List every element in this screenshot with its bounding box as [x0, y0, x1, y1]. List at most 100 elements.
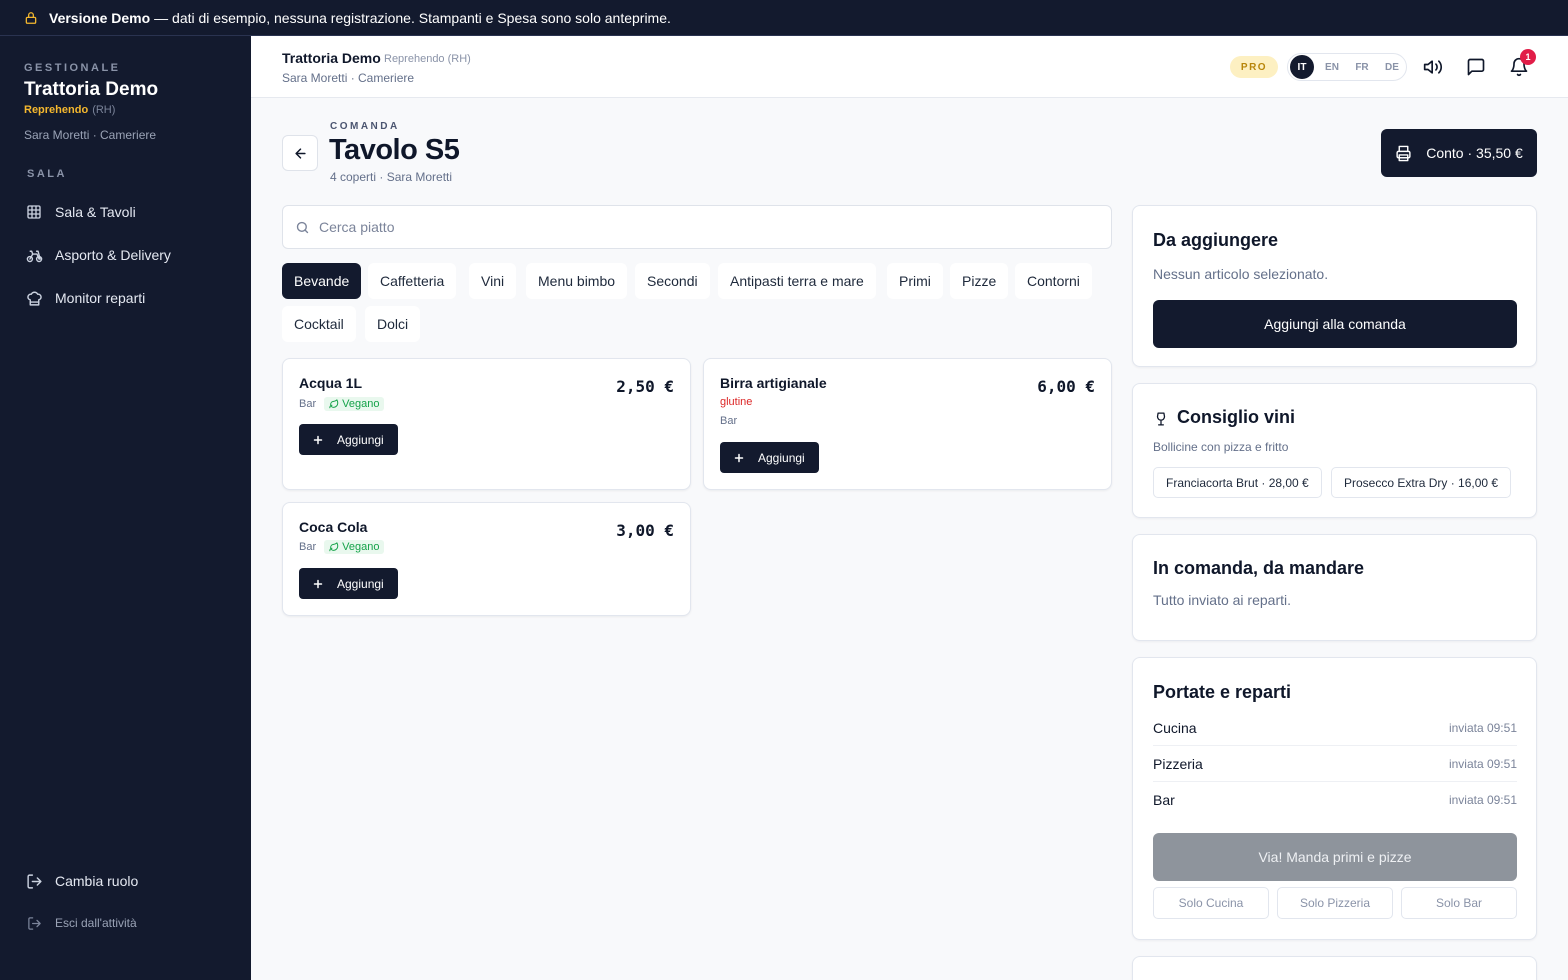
top-bar: Trattoria Demo Reprehendo (RH) Sara More…	[251, 36, 1568, 98]
sidebar-item-label: Esci dall'attività	[55, 916, 137, 930]
sidebar-eyebrow: GESTIONALE	[24, 62, 121, 74]
add-coca-cola-button[interactable]: Aggiungi	[299, 568, 398, 599]
sidebar-mode-label: Reprehendo	[24, 104, 89, 116]
product-meta: Bar Vegano	[299, 540, 385, 554]
category-secondi[interactable]: Secondi	[635, 263, 710, 299]
sidebar-user: Sara Moretti · Cameriere	[24, 128, 157, 142]
messages-button[interactable]	[1465, 56, 1487, 78]
sidebar-mode: Reprehendo (RH)	[24, 104, 115, 116]
sidebar-item-label: Cambia ruolo	[55, 873, 139, 889]
dept-row-bar: Bar inviata 09:51	[1153, 792, 1517, 808]
arrow-left-icon	[294, 147, 306, 159]
wine-title: Consiglio vini	[1177, 407, 1296, 427]
pending-title: In comanda, da mandare	[1153, 558, 1365, 578]
category-dolci[interactable]: Dolci	[365, 306, 421, 342]
solo-cucina-button[interactable]: Solo Cucina	[1153, 887, 1269, 919]
category-antipasti[interactable]: Antipasti terra e mare	[718, 263, 876, 299]
dept-row-pizzeria: Pizzeria inviata 09:51	[1153, 746, 1517, 782]
product-card-coca-cola: Coca Cola 3,00 € Bar Vegano Aggiungi	[282, 502, 691, 616]
search-box	[282, 205, 1112, 249]
product-dept: Bar	[299, 398, 317, 410]
lang-de[interactable]: DE	[1380, 55, 1404, 79]
notifications-button[interactable]: 1	[1508, 49, 1536, 78]
sidebar-item-cambia-ruolo[interactable]: Cambia ruolo	[24, 868, 138, 894]
wine-suggestion-franciacorta[interactable]: Franciacorta Brut · 28,00 €	[1153, 467, 1322, 498]
category-contorni[interactable]: Contorni	[1015, 263, 1092, 299]
sound-button[interactable]	[1422, 56, 1444, 78]
courses-panel: Portate e reparti Cucina inviata 09:51 P…	[1132, 657, 1537, 940]
vegan-badge: Vegano	[324, 540, 385, 554]
product-price: 3,00 €	[616, 521, 674, 540]
wine-subtitle: Bollicine con pizza e fritto	[1153, 440, 1289, 454]
sidebar-item-esci[interactable]: Esci dall'attività	[24, 910, 137, 936]
search-icon	[295, 220, 310, 235]
lang-fr[interactable]: FR	[1350, 55, 1374, 79]
product-card-birra: Birra artigianale 6,00 € glutine Bar Agg…	[703, 358, 1112, 490]
restaurant-mode: Reprehendo (RH)	[384, 53, 471, 65]
category-bevande[interactable]: Bevande	[282, 263, 362, 299]
leaf-icon	[329, 399, 339, 409]
sidebar-item-asporto-delivery[interactable]: Asporto & Delivery	[24, 242, 171, 268]
page-title: Tavolo S5	[329, 134, 460, 166]
sidebar-item-sala-tavoli[interactable]: Sala & Tavoli	[24, 199, 136, 225]
to-add-empty-text: Nessun articolo selezionato.	[1153, 266, 1329, 282]
leaf-icon	[329, 542, 339, 552]
lang-it[interactable]: IT	[1290, 55, 1314, 79]
lock-icon	[24, 11, 38, 25]
chef-hat-icon	[24, 288, 44, 308]
courses-title: Portate e reparti	[1153, 682, 1292, 702]
product-dept: Bar	[299, 541, 317, 553]
product-meta: Bar Vegano	[299, 397, 385, 411]
category-vini[interactable]: Vini	[469, 263, 517, 299]
add-birra-button[interactable]: Aggiungi	[720, 442, 819, 473]
category-menu-bimbo[interactable]: Menu bimbo	[526, 263, 628, 299]
printer-icon	[1395, 145, 1412, 162]
to-add-panel: Da aggiungere Nessun articolo selezionat…	[1132, 205, 1537, 367]
sidebar-mode-code: (RH)	[92, 104, 116, 116]
product-card-acqua: Acqua 1L 2,50 € Bar Vegano Aggiungi	[282, 358, 691, 490]
next-panel	[1132, 956, 1537, 980]
sidebar-item-label: Monitor reparti	[55, 290, 146, 306]
sidebar-title: Trattoria Demo	[24, 79, 159, 100]
product-price: 6,00 €	[1037, 377, 1095, 396]
notification-count-badge: 1	[1520, 49, 1536, 65]
lang-en[interactable]: EN	[1320, 55, 1344, 79]
category-primi[interactable]: Primi	[887, 263, 943, 299]
bill-button-label: Conto · 35,50 €	[1426, 145, 1523, 161]
pending-panel: In comanda, da mandare Tutto inviato ai …	[1132, 534, 1537, 641]
chat-icon	[1467, 58, 1485, 76]
sidebar-item-monitor-reparti[interactable]: Monitor reparti	[24, 285, 145, 311]
solo-pizzeria-button[interactable]: Solo Pizzeria	[1277, 887, 1393, 919]
bike-icon	[24, 245, 44, 265]
back-button[interactable]	[282, 135, 318, 171]
sidebar-item-label: Asporto & Delivery	[55, 247, 171, 263]
dept-row-cucina: Cucina inviata 09:51	[1153, 710, 1517, 746]
plus-icon	[312, 434, 324, 446]
vegan-badge: Vegano	[324, 397, 385, 411]
plus-icon	[312, 578, 324, 590]
wine-glass-icon	[1154, 410, 1168, 428]
send-courses-button[interactable]: Via! Manda primi e pizze	[1153, 833, 1517, 881]
wine-panel: Consiglio vini Bollicine con pizza e fri…	[1132, 383, 1537, 518]
sidebar-section-label: SALA	[27, 168, 67, 180]
product-name: Birra artigianale	[720, 375, 827, 391]
product-name: Acqua 1L	[299, 375, 363, 391]
plus-icon	[733, 452, 745, 464]
product-meta: Bar	[720, 415, 737, 427]
category-cocktail[interactable]: Cocktail	[282, 306, 356, 342]
category-pizze[interactable]: Pizze	[950, 263, 1009, 299]
logout-icon	[24, 871, 44, 891]
banner-title: Versione Demo	[49, 9, 151, 26]
bill-button[interactable]: Conto · 35,50 €	[1381, 129, 1537, 177]
exit-icon	[24, 913, 44, 933]
allergen-label: glutine	[720, 396, 753, 408]
solo-bar-button[interactable]: Solo Bar	[1401, 887, 1517, 919]
add-acqua-button[interactable]: Aggiungi	[299, 424, 398, 455]
add-to-order-button[interactable]: Aggiungi alla comanda	[1153, 300, 1517, 348]
category-caffetteria[interactable]: Caffetteria	[368, 263, 457, 299]
order-eyebrow: COMANDA	[330, 121, 400, 132]
search-input[interactable]	[319, 219, 1079, 235]
product-name: Coca Cola	[299, 519, 368, 535]
sidebar-item-label: Sala & Tavoli	[55, 204, 136, 220]
wine-suggestion-prosecco[interactable]: Prosecco Extra Dry · 16,00 €	[1331, 467, 1512, 498]
